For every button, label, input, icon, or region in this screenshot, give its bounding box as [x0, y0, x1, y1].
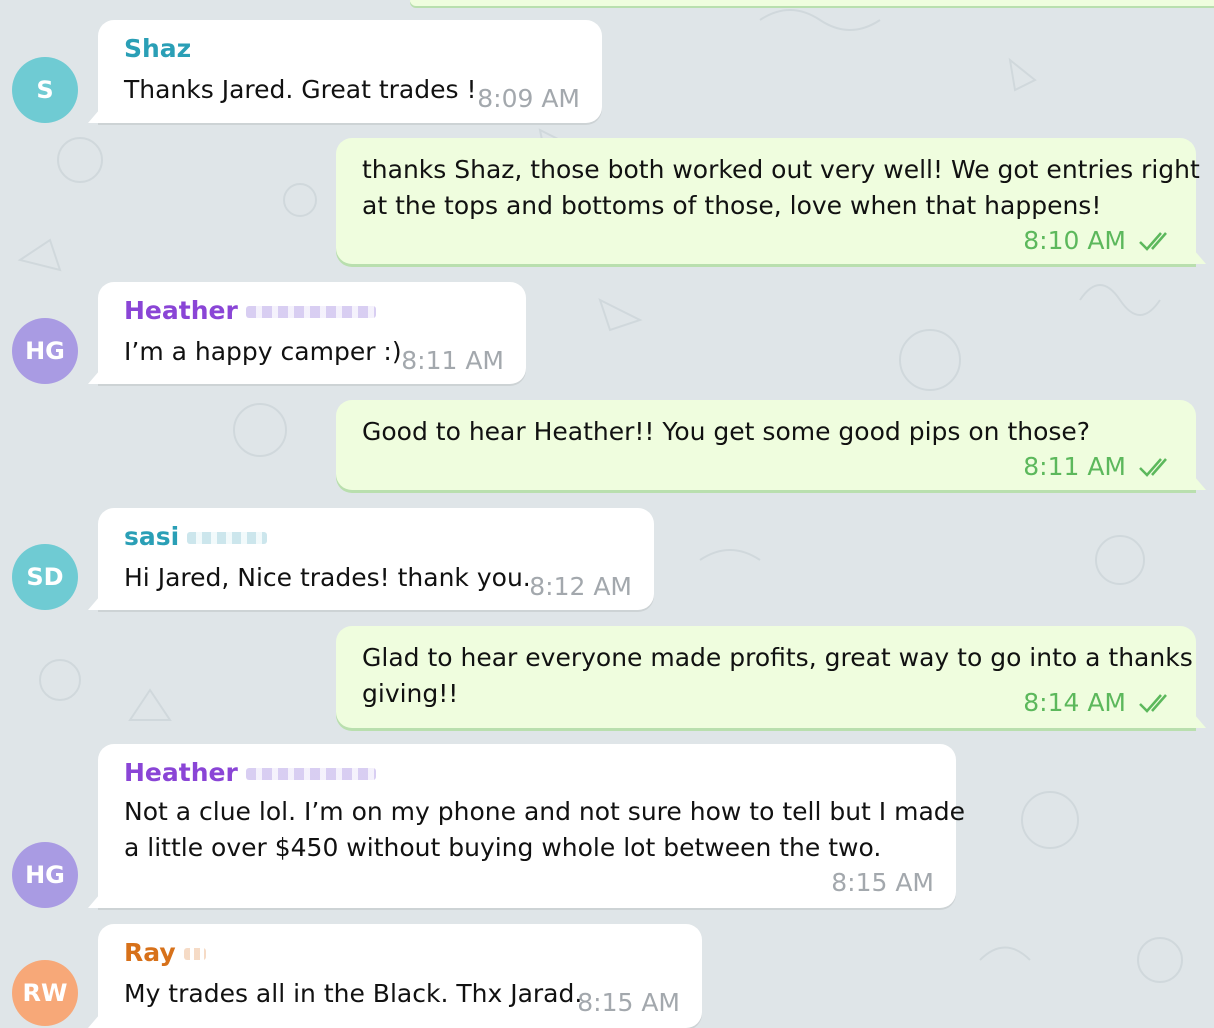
outgoing-message[interactable]: Glad to hear everyone made profits, grea… — [336, 626, 1206, 728]
sender-name[interactable]: Heather — [124, 296, 376, 325]
sender-name[interactable]: sasi — [124, 522, 268, 551]
message-time: 8:11 AM — [401, 346, 504, 375]
message-text-line-2: a little over $450 without buying whole … — [124, 833, 882, 862]
double-check-icon — [1139, 458, 1167, 477]
message-time: 8:12 AM — [529, 572, 632, 601]
avatar-initials: RW — [22, 979, 68, 1007]
avatar[interactable]: S — [12, 57, 78, 123]
message-text-line-1: thanks Shaz, those both worked out very … — [362, 155, 1200, 184]
avatar-initials: SD — [26, 563, 64, 591]
message-text: My trades all in the Black. Thx Jarad. — [124, 979, 583, 1008]
message-text-line-1: Not a clue lol. I’m on my phone and not … — [124, 797, 966, 826]
incoming-message[interactable]: Heather Not a clue lol. I’m on my phone … — [88, 744, 965, 908]
double-check-icon — [1139, 694, 1167, 713]
message-time: 8:09 AM — [477, 84, 580, 113]
incoming-message[interactable]: Ray My trades all in the Black. Thx Jara… — [88, 924, 702, 1028]
message-time: 8:15 AM — [831, 868, 934, 897]
incoming-message[interactable]: sasi Hi Jared, Nice trades! thank you. 8… — [88, 508, 654, 610]
redacted-surname — [183, 948, 206, 960]
double-check-icon — [1139, 232, 1167, 251]
avatar[interactable]: SD — [12, 544, 78, 610]
message-text-line-1: Glad to hear everyone made profits, grea… — [362, 643, 1193, 672]
avatar[interactable]: HG — [12, 318, 78, 384]
avatar[interactable]: RW — [12, 960, 78, 1026]
message-time: 8:11 AM — [1023, 452, 1126, 481]
redacted-surname — [245, 306, 376, 318]
message-time: 8:10 AM — [1023, 226, 1126, 255]
message-text-line-2: at the tops and bottoms of those, love w… — [362, 191, 1102, 220]
sender-name[interactable]: Ray — [124, 938, 206, 967]
avatar-initials: HG — [25, 861, 65, 889]
message-text: Hi Jared, Nice trades! thank you. — [124, 563, 531, 592]
message-text: I’m a happy camper :) — [124, 337, 402, 366]
redacted-surname — [245, 768, 376, 780]
message-text-line-2: giving!! — [362, 679, 459, 708]
avatar-initials: HG — [25, 337, 65, 365]
outgoing-message[interactable]: Good to hear Heather!! You get some good… — [336, 400, 1206, 490]
incoming-message[interactable]: Shaz Thanks Jared. Great trades ! 8:09 A… — [88, 20, 602, 123]
avatar[interactable]: HG — [12, 842, 78, 908]
outgoing-message[interactable]: thanks Shaz, those both worked out very … — [336, 138, 1206, 264]
message-text: Thanks Jared. Great trades ! — [124, 75, 477, 104]
message-time: 8:15 AM — [577, 988, 680, 1017]
avatar-initials: S — [36, 76, 54, 104]
redacted-surname — [187, 532, 268, 544]
message-time: 8:14 AM — [1023, 688, 1126, 717]
sender-name[interactable]: Shaz — [124, 34, 191, 63]
incoming-message[interactable]: Heather I’m a happy camper :) 8:11 AM — [88, 282, 526, 384]
previous-outgoing-bubble-edge — [410, 0, 1214, 6]
message-text: Good to hear Heather!! You get some good… — [362, 417, 1091, 446]
sender-name[interactable]: Heather — [124, 758, 376, 787]
